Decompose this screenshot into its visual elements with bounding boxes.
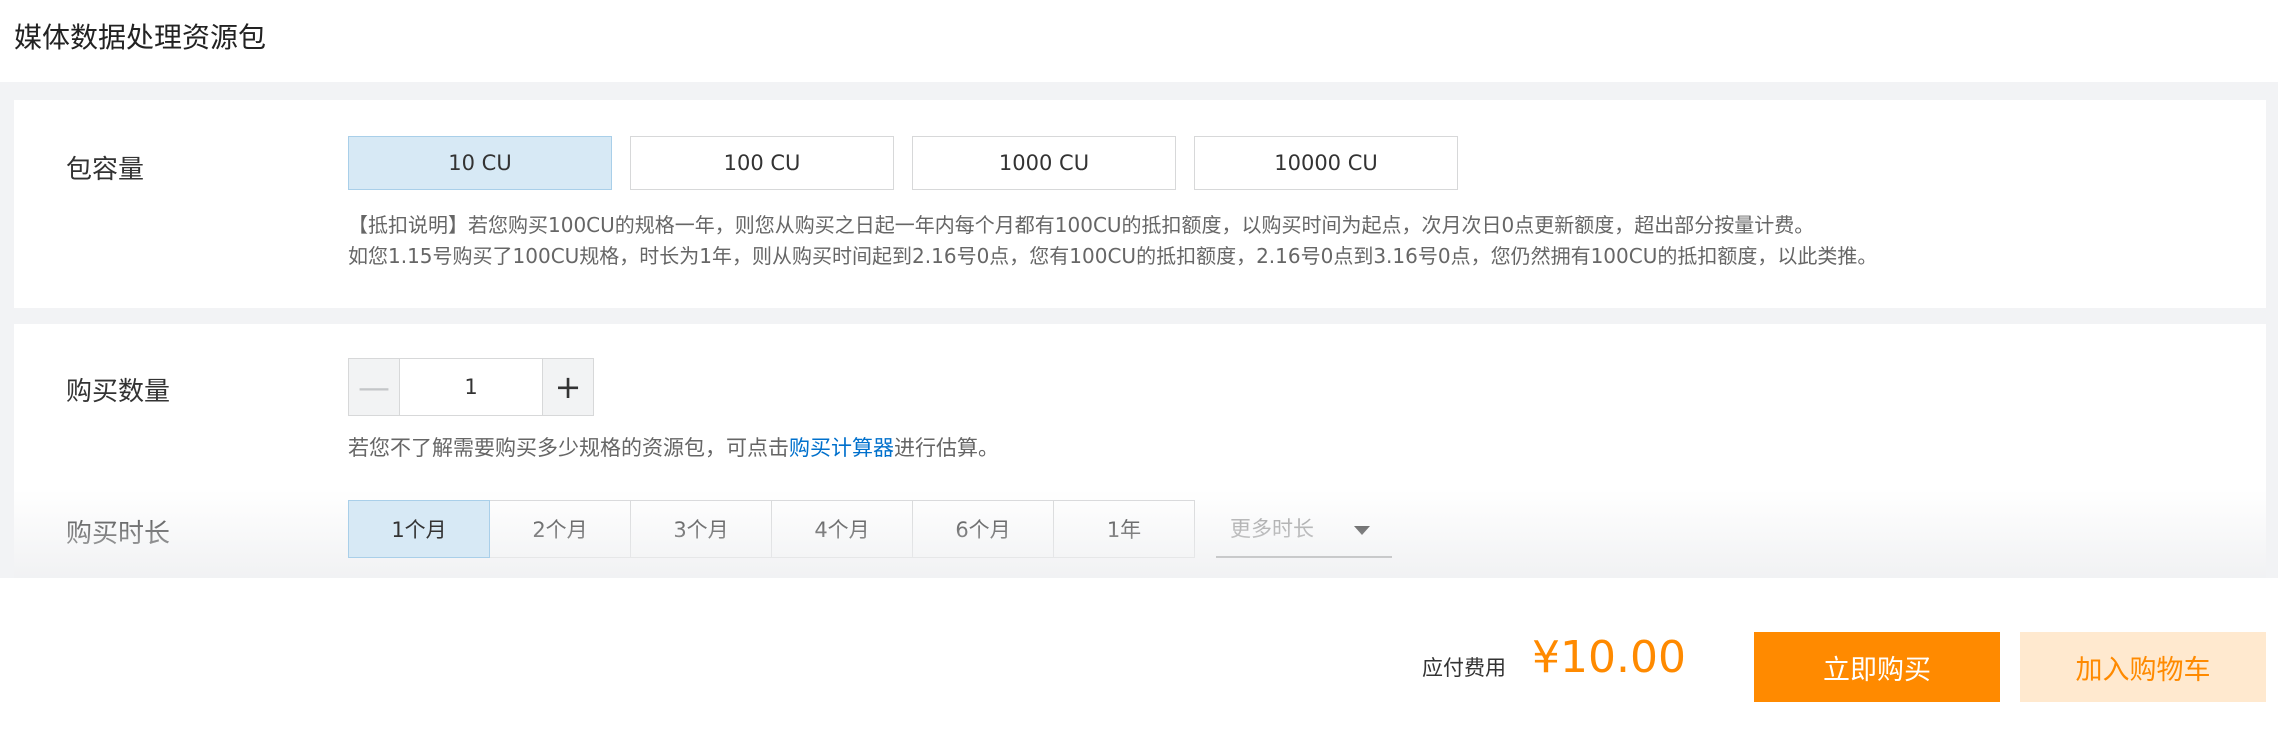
duration-option-1-month[interactable]: 1个月 <box>348 500 490 558</box>
capacity-card: 包容量 10 CU 100 CU 1000 CU 10000 CU 【抵扣说明】… <box>14 100 2266 308</box>
deduction-description-line2: 如您1.15号购买了100CU规格，时长为1年，则从购买时间起到2.16号0点，… <box>348 244 1878 268</box>
capacity-option-10000cu[interactable]: 10000 CU <box>1194 136 1458 190</box>
duration-option-4-months[interactable]: 4个月 <box>771 500 913 558</box>
capacity-option-1000cu[interactable]: 1000 CU <box>912 136 1176 190</box>
quantity-increase-button[interactable]: + <box>542 359 593 415</box>
duration-option-2-months[interactable]: 2个月 <box>489 500 631 558</box>
more-duration-placeholder: 更多时长 <box>1230 517 1314 541</box>
calculator-hint: 若您不了解需要购买多少规格的资源包，可点击购买计算器进行估算。 <box>348 432 999 464</box>
capacity-label: 包容量 <box>66 155 145 185</box>
minus-icon: — <box>358 368 390 406</box>
plus-icon: + <box>554 368 582 406</box>
duration-option-3-months[interactable]: 3个月 <box>630 500 772 558</box>
duration-label: 购买时长 <box>66 519 171 549</box>
caret-down-icon <box>1354 526 1370 535</box>
duration-option-1-year[interactable]: 1年 <box>1053 500 1195 558</box>
add-to-cart-button[interactable]: 加入购物车 <box>2020 632 2266 702</box>
quantity-input[interactable]: 1 <box>400 359 542 415</box>
purchase-card: 购买数量 — 1 + 若您不了解需要购买多少规格的资源包，可点击购买计算器进行估… <box>14 324 2266 580</box>
duration-options: 1个月 2个月 3个月 4个月 6个月 1年 <box>348 500 1195 558</box>
capacity-options: 10 CU 100 CU 1000 CU 10000 CU <box>348 136 1476 190</box>
quantity-label: 购买数量 <box>66 377 171 407</box>
quantity-stepper: — 1 + <box>348 358 594 416</box>
deduction-description-line1: 【抵扣说明】若您购买100CU的规格一年，则您从购买之日起一年内每个月都有100… <box>348 213 1815 237</box>
more-duration-select[interactable]: 更多时长 <box>1216 500 1392 558</box>
calculator-link[interactable]: 购买计算器 <box>789 436 894 460</box>
duration-option-6-months[interactable]: 6个月 <box>912 500 1054 558</box>
quantity-decrease-button[interactable]: — <box>349 359 400 415</box>
capacity-option-100cu[interactable]: 100 CU <box>630 136 894 190</box>
hint-suffix: 进行估算。 <box>894 436 999 460</box>
order-footer: 应付费用 ¥10.00 立即购买 加入购物车 <box>0 578 2278 736</box>
page-header: 媒体数据处理资源包 <box>0 0 2278 80</box>
buy-now-button[interactable]: 立即购买 <box>1754 632 2000 702</box>
hint-prefix: 若您不了解需要购买多少规格的资源包，可点击 <box>348 436 789 460</box>
page-title: 媒体数据处理资源包 <box>14 21 267 54</box>
capacity-option-10cu[interactable]: 10 CU <box>348 136 612 190</box>
fee-amount: ¥10.00 <box>1532 632 1686 683</box>
fee-label: 应付费用 <box>1422 656 1506 680</box>
